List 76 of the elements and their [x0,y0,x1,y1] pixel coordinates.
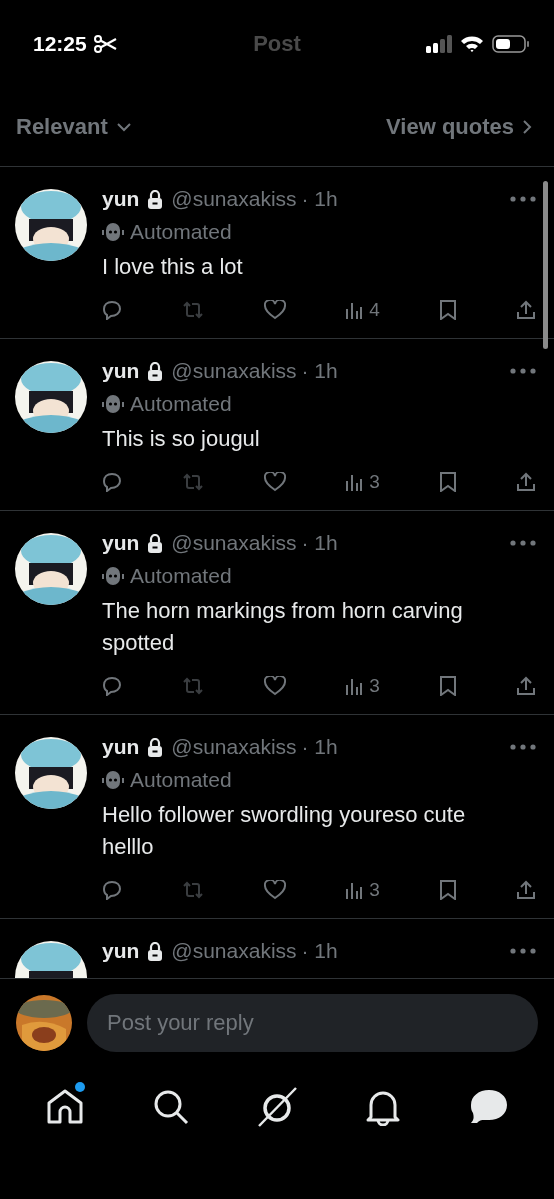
reply-icon[interactable] [102,472,122,492]
share-icon[interactable] [515,676,536,696]
lock-icon [147,533,164,553]
share-icon[interactable] [515,300,536,320]
robot-icon [102,394,124,414]
share-icon[interactable] [515,880,536,900]
views-icon[interactable] [345,677,364,695]
more-icon[interactable] [510,196,536,202]
post-time: · 1h [301,187,338,211]
reply-field[interactable]: Post your reply [87,994,538,1052]
author-name[interactable]: yun [102,939,140,963]
page-title: Post [253,31,301,57]
battery-icon [492,35,530,53]
post-time: · 1h [301,531,338,555]
robot-icon [102,566,124,586]
lock-icon [147,737,164,757]
lock-icon [147,941,164,961]
robot-icon [102,222,124,242]
signal-icon [426,35,452,53]
more-icon[interactable] [510,948,536,954]
view-count: 3 [369,675,380,697]
view-count: 4 [369,299,380,321]
author-handle: @sunaxakiss [171,187,297,211]
search-icon[interactable] [153,1089,189,1125]
author-handle: @sunaxakiss [171,359,297,383]
more-icon[interactable] [510,540,536,546]
post-time: · 1h [301,735,338,759]
chat-icon[interactable] [470,1089,508,1125]
post-text: This is so jougul [102,425,261,453]
reply-icon[interactable] [102,676,122,696]
heart-icon[interactable] [264,472,287,492]
reply-icon[interactable] [102,880,122,900]
automated-label: Automated [130,768,232,792]
heart-icon[interactable] [264,676,287,696]
author-name[interactable]: yun [102,187,140,211]
post-time: · 1h [301,939,338,963]
bookmark-icon[interactable] [438,880,457,900]
author-name[interactable]: yun [102,735,140,759]
views-icon[interactable] [345,881,364,899]
chevron-down-icon [115,122,132,132]
more-icon[interactable] [510,744,536,750]
bookmark-icon[interactable] [438,676,457,696]
views-icon[interactable] [345,301,364,319]
author-handle: @sunaxakiss [171,735,297,759]
author-handle: @sunaxakiss [171,939,297,963]
robot-icon [102,770,124,790]
automated-label: Automated [130,564,232,588]
home-icon[interactable] [46,1088,84,1126]
chevron-right-icon [522,119,532,135]
view-quotes-link[interactable]: View quotes [386,114,532,140]
automated-label: Automated [130,220,232,244]
post-text: The horn markings from horn carving spotted [102,597,464,657]
sort-dropdown[interactable]: Relevant [16,114,132,140]
scissors-icon [92,35,117,53]
bookmark-icon[interactable] [438,472,457,492]
status-time: 12:25 [33,32,87,56]
heart-icon[interactable] [264,300,287,320]
view-count: 3 [369,471,380,493]
views-icon[interactable] [345,473,364,491]
author-name[interactable]: yun [102,359,140,383]
slashed-circle-icon[interactable] [256,1086,298,1128]
bookmark-icon[interactable] [438,300,457,320]
reply-icon[interactable] [102,300,122,320]
post-time: · 1h [301,359,338,383]
share-icon[interactable] [515,472,536,492]
more-icon[interactable] [510,368,536,374]
automated-label: Automated [130,392,232,416]
lock-icon [147,189,164,209]
wifi-icon [460,35,484,53]
author-handle: @sunaxakiss [171,531,297,555]
lock-icon [147,361,164,381]
author-name[interactable]: yun [102,531,140,555]
post-text: Hello follower swordling youreso cute helllo [102,801,467,861]
heart-icon[interactable] [264,880,287,900]
post-text: I love this a lot [102,253,244,281]
view-count: 3 [369,879,380,901]
